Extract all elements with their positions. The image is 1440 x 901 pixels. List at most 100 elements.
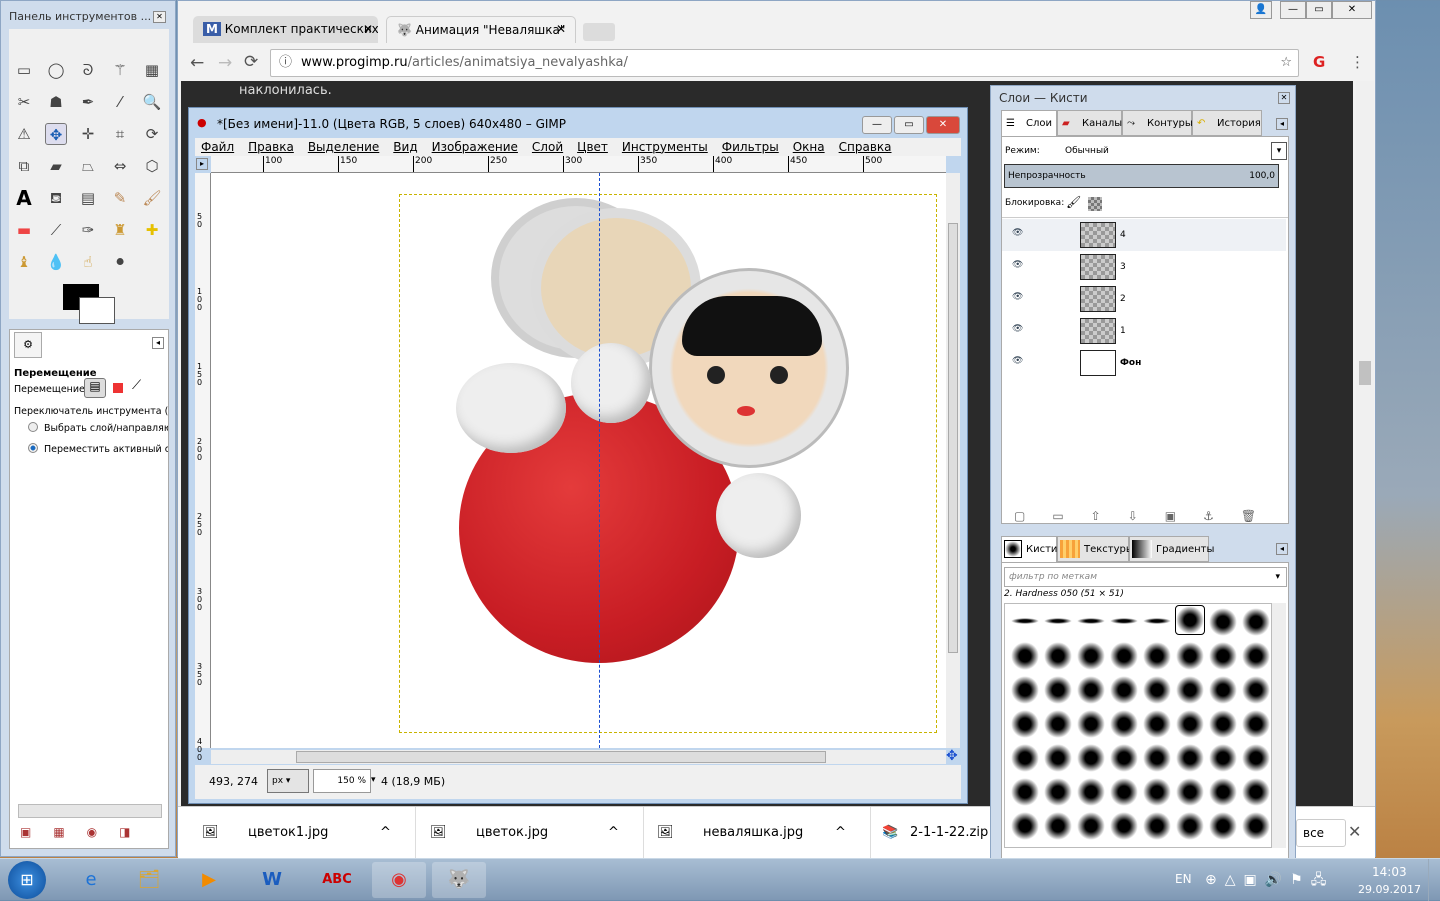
background-color[interactable] (79, 297, 115, 324)
dock-close-icon[interactable]: ✕ (1278, 92, 1290, 104)
brush-item[interactable] (1175, 605, 1205, 635)
brush-item[interactable] (1011, 642, 1039, 670)
foreground-select-icon[interactable]: ☗ (45, 91, 67, 113)
options-footer-icons[interactable]: ▣▦◉◨ (20, 825, 152, 839)
brush-item[interactable] (1242, 676, 1270, 704)
show-desktop-button[interactable] (1428, 859, 1440, 901)
gimp-close-button[interactable]: ✕ (926, 116, 960, 134)
tab-channels[interactable]: ▰ Каналы (1057, 110, 1122, 136)
tab-close-icon[interactable]: ✕ (363, 22, 373, 36)
mode-dropdown-icon[interactable]: ▾ (1271, 142, 1287, 160)
chevron-up-icon[interactable]: ^ (380, 807, 391, 859)
move-icon[interactable]: ✥ (45, 123, 67, 145)
brush-item[interactable] (1044, 812, 1072, 840)
back-icon[interactable]: ← (190, 53, 204, 73)
layer-row[interactable]: 👁 4 (1002, 219, 1286, 251)
blur-icon[interactable]: 💧 (45, 251, 67, 273)
panel-menu-icon[interactable]: ◂ (152, 337, 164, 349)
brush-item[interactable] (1209, 812, 1237, 840)
media-player-icon[interactable]: ▶ (182, 862, 236, 898)
brush-item[interactable] (1044, 676, 1072, 704)
gimp-taskbar-icon[interactable]: 🐺 (432, 862, 486, 898)
tab-menu-icon[interactable]: ◂ (1276, 543, 1288, 555)
tab-history[interactable]: ↶ История (1192, 110, 1262, 136)
brush-item[interactable] (1209, 744, 1237, 772)
brush-item[interactable] (1143, 710, 1171, 738)
horizontal-ruler[interactable]: 100 150 200 250 300 350 400 450 500 (211, 156, 946, 173)
cage-icon[interactable]: ⬡ (141, 155, 163, 177)
dodge-burn-icon[interactable]: ⚫ (109, 251, 131, 273)
ink-icon[interactable]: ✑ (77, 219, 99, 241)
move-selection-icon[interactable] (113, 383, 123, 393)
airbrush-icon[interactable]: ⟋ (45, 219, 67, 241)
tab-paths[interactable]: ⤳ Контуры (1122, 110, 1193, 136)
brush-item[interactable] (1077, 676, 1105, 704)
brush-item[interactable] (1209, 710, 1237, 738)
rotate-icon[interactable]: ⟳ (141, 123, 163, 145)
brush-item[interactable] (1077, 744, 1105, 772)
brush-item[interactable] (1044, 642, 1072, 670)
brush-item[interactable] (1011, 812, 1039, 840)
smudge-icon[interactable]: ☝ (77, 251, 99, 273)
brush-item[interactable] (1209, 676, 1237, 704)
brush-item[interactable] (1110, 642, 1138, 670)
bucket-fill-icon[interactable]: ⛾ (45, 187, 67, 209)
scroll-thumb[interactable] (1359, 361, 1371, 385)
color-picker-icon[interactable]: ⁄ (109, 91, 131, 113)
brush-item[interactable] (1143, 676, 1171, 704)
menu-item[interactable]: Фильтры (722, 138, 779, 156)
menu-item[interactable]: Справка (839, 138, 892, 156)
brush-item[interactable] (1110, 710, 1138, 738)
clock-date[interactable]: 29.09.2017 (1358, 883, 1421, 896)
move-path-icon[interactable]: ⟋ (132, 378, 141, 393)
toolbox-close-button[interactable]: ✕ (153, 11, 166, 23)
address-bar[interactable]: ⓘ www.progimp.ru/articles/animatsiya_neva… (270, 49, 1299, 77)
measure-icon[interactable]: ⚠ (13, 123, 35, 145)
clone-icon[interactable]: ♜ (109, 219, 131, 241)
menu-item[interactable]: Выделение (308, 138, 379, 156)
brush-item[interactable] (1077, 618, 1105, 624)
abc-app-icon[interactable]: ABC (310, 862, 364, 898)
page-scrollbar[interactable] (1356, 81, 1374, 806)
scissors-icon[interactable]: ✂ (13, 91, 35, 113)
brush-item[interactable] (1176, 676, 1204, 704)
brush-item[interactable] (1143, 778, 1171, 806)
layer-name[interactable]: Фон (1120, 358, 1141, 368)
vertical-ruler[interactable]: 50 100 150 200 250 300 350 400 (195, 173, 211, 762)
vertical-scrollbar[interactable] (946, 173, 960, 748)
eye-icon[interactable]: 👁 (1012, 228, 1023, 238)
layer-row[interactable]: 👁 3 (1002, 251, 1286, 283)
menu-item[interactable]: Инструменты (622, 138, 708, 156)
brush-item[interactable] (1143, 642, 1171, 670)
ellipse-select-icon[interactable]: ◯ (45, 59, 67, 81)
brush-item[interactable] (1077, 812, 1105, 840)
brush-item[interactable] (1242, 812, 1270, 840)
chevron-up-icon[interactable]: ^ (835, 807, 846, 859)
tab-gradients[interactable]: Градиенты (1129, 536, 1214, 562)
word-icon[interactable]: W (245, 862, 299, 898)
tab-menu-icon[interactable]: ◂ (1276, 118, 1288, 130)
show-all-button[interactable]: все (1296, 819, 1346, 847)
tag-filter-input[interactable]: фильтр по меткам ▾ (1004, 567, 1287, 587)
chrome-icon[interactable]: ◉ (372, 862, 426, 898)
opacity-slider[interactable]: Непрозрачность 100,0 (1004, 164, 1279, 188)
menu-item[interactable]: Вид (393, 138, 417, 156)
download-item[interactable]: 🖼 цветок.jpg ^ (426, 807, 644, 859)
mode-value[interactable]: Обычный (1065, 146, 1109, 156)
brush-item[interactable] (1011, 744, 1039, 772)
close-button[interactable]: ✕ (1332, 1, 1372, 19)
start-button[interactable]: ⊞ (8, 861, 46, 899)
align-icon[interactable]: ✛ (77, 123, 99, 145)
heal-icon[interactable]: ✚ (141, 219, 163, 241)
layer-name[interactable]: 1 (1120, 326, 1126, 336)
brush-item[interactable] (1209, 778, 1237, 806)
brush-item[interactable] (1209, 608, 1237, 636)
brush-item[interactable] (1242, 608, 1270, 636)
new-tab-button[interactable] (583, 23, 615, 41)
clock-time[interactable]: 14:03 (1372, 865, 1407, 879)
brush-item[interactable] (1044, 618, 1072, 624)
gimp-minimize-button[interactable]: — (862, 116, 892, 134)
flip-icon[interactable]: ⇔ (109, 155, 131, 177)
crop-icon[interactable]: ⌗ (109, 123, 131, 145)
eye-icon[interactable]: 👁 (1012, 356, 1023, 366)
